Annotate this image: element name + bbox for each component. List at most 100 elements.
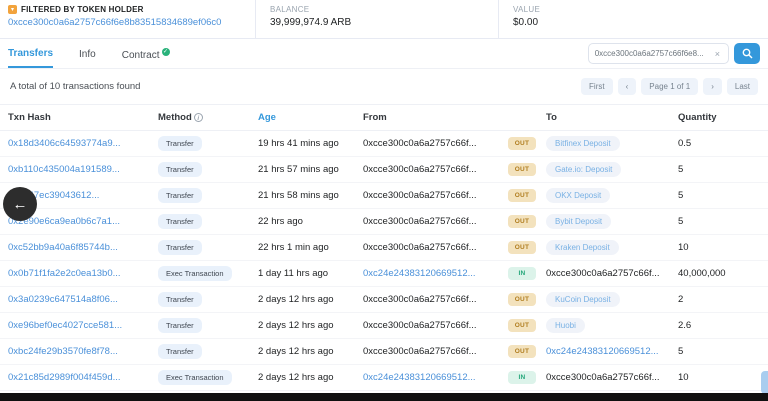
from-address: 0xcce300c0a6a2757c66f... [363, 294, 508, 305]
direction-cell: IN [508, 267, 546, 280]
direction-badge: IN [508, 267, 536, 280]
txn-hash-link[interactable]: 0x3a0239c647514a8f06... [8, 294, 118, 305]
table-row: 0x18d3406c64593774a9... Transfer 19 hrs 41… [0, 131, 768, 157]
direction-badge: OUT [508, 189, 536, 202]
to-address-tag[interactable]: KuCoin Deposit [546, 292, 620, 307]
quantity-cell: 5 [678, 346, 768, 357]
page-indicator: Page 1 of 1 [641, 78, 698, 95]
col-from: From [363, 112, 508, 123]
method-cell: Transfer [158, 162, 258, 177]
txn-hash-link[interactable]: 0xc52bb9a40a6f85744b... [8, 242, 118, 253]
tab-contract[interactable]: Contract✓ [122, 40, 170, 68]
method-badge: Transfer [158, 318, 202, 333]
txn-hash-link[interactable]: 0x21c85d2989f004f459d... [8, 372, 121, 383]
txn-hash-cell: 0x2e90e6ca9ea0b6c7a1... [8, 216, 158, 227]
to-cell: Bitfinex Deposit [546, 136, 678, 151]
to-cell: 0xcce300c0a6a2757c66f... [546, 268, 678, 279]
prev-page-button[interactable]: ‹ [618, 78, 637, 95]
direction-badge: OUT [508, 137, 536, 150]
to-cell: Huobi [546, 318, 678, 333]
method-cell: Transfer [158, 318, 258, 333]
to-cell: OKX Deposit [546, 188, 678, 203]
txn-hash-cell: 0xbc24fe29b3570fe8f78... [8, 346, 158, 357]
to-address-tag[interactable]: Huobi [546, 318, 585, 333]
col-quantity: Quantity [678, 112, 768, 123]
txn-hash-cell: 0xe96bef0ec4027cce581... [8, 320, 158, 331]
direction-cell: OUT [508, 345, 546, 358]
to-address: 0xcce300c0a6a2757c66f... [546, 372, 660, 383]
value-section: VALUE $0.00 [498, 0, 768, 38]
txn-hash-link[interactable]: 0x18d3406c64593774a9... [8, 138, 121, 149]
contract-verified-icon: ✓ [162, 48, 170, 56]
col-method: Methodi [158, 112, 258, 123]
clear-search-icon[interactable]: × [713, 49, 722, 59]
to-cell: 0xcce300c0a6a2757c66f... [546, 372, 678, 383]
txn-hash-link[interactable]: 0xbc24fe29b3570fe8f78... [8, 346, 118, 357]
from-address-link[interactable]: 0xc24e24383120669512... [363, 372, 508, 383]
search-icon [742, 48, 753, 59]
age-cell: 19 hrs 41 mins ago [258, 138, 363, 149]
to-address-tag[interactable]: OKX Deposit [546, 188, 610, 203]
method-badge: Transfer [158, 344, 202, 359]
filter-label: FILTERED BY TOKEN HOLDER [21, 5, 144, 14]
method-cell: Transfer [158, 136, 258, 151]
direction-badge: OUT [508, 163, 536, 176]
method-info-icon[interactable]: i [194, 113, 203, 122]
filter-icon: ▾ [8, 5, 17, 14]
quantity-cell: 0.5 [678, 138, 768, 149]
tab-transfers[interactable]: Transfers [8, 40, 53, 68]
to-address-link[interactable]: 0xc24e24383120669512... [546, 346, 659, 357]
direction-badge: OUT [508, 293, 536, 306]
to-cell: KuCoin Deposit [546, 292, 678, 307]
to-cell: Gate.io: Deposit [546, 162, 678, 177]
first-page-button[interactable]: First [581, 78, 613, 95]
direction-cell: OUT [508, 137, 546, 150]
value-label: VALUE [513, 5, 768, 14]
to-address-tag[interactable]: Bitfinex Deposit [546, 136, 620, 151]
search-button[interactable] [734, 43, 760, 64]
txn-hash-cell: 0x18d3406c64593774a9... [8, 138, 158, 149]
tab-info[interactable]: Info [79, 41, 96, 67]
txn-hash-cell: 0x3a0239c647514a8f06... [8, 294, 158, 305]
txn-hash-link[interactable]: 0xe96bef0ec4027cce581... [8, 320, 122, 331]
last-page-button[interactable]: Last [727, 78, 758, 95]
method-cell: Transfer [158, 214, 258, 229]
to-address: 0xcce300c0a6a2757c66f... [546, 268, 660, 279]
age-cell: 21 hrs 58 mins ago [258, 190, 363, 201]
from-address-link[interactable]: 0xc24e24383120669512... [363, 268, 508, 279]
method-badge: Transfer [158, 292, 202, 307]
search-input[interactable] [595, 49, 713, 58]
balance-value: 39,999,974.9 ARB [270, 17, 498, 28]
table-row: 0xb147ec39043612...Transfer21 hrs 58 min… [0, 183, 768, 209]
method-cell: Transfer [158, 344, 258, 359]
col-txn-hash: Txn Hash [8, 112, 158, 123]
direction-cell: OUT [508, 319, 546, 332]
to-address-tag[interactable]: Bybit Deposit [546, 214, 611, 229]
col-age[interactable]: Age [258, 112, 363, 123]
txn-hash-link[interactable]: 0xb110c435004a191589... [8, 164, 120, 175]
method-cell: Transfer [158, 240, 258, 255]
to-cell: 0xc24e24383120669512... [546, 346, 678, 357]
tabs-bar: Transfers Info Contract✓ × [0, 39, 768, 69]
scroll-top-button[interactable] [761, 371, 768, 394]
direction-badge: IN [508, 371, 536, 384]
quantity-cell: 5 [678, 190, 768, 201]
txn-hash-link[interactable]: 0x0b71f1fa2e2c0ea13b0... [8, 268, 121, 279]
filter-section: ▾ FILTERED BY TOKEN HOLDER 0xcce300c0a6a… [0, 0, 255, 38]
txn-hash-cell: 0xc52bb9a40a6f85744b... [8, 242, 158, 253]
age-cell: 2 days 12 hrs ago [258, 294, 363, 305]
method-badge: Transfer [158, 188, 202, 203]
to-address-tag[interactable]: Gate.io: Deposit [546, 162, 621, 177]
holder-address-link[interactable]: 0xcce300c0a6a2757c66f6e8b83515834689ef06… [8, 17, 255, 28]
back-arrow-overlay-button[interactable]: ← [3, 187, 37, 221]
age-cell: 2 days 12 hrs ago [258, 346, 363, 357]
age-cell: 22 hrs 1 min ago [258, 242, 363, 253]
method-cell: Transfer [158, 188, 258, 203]
age-cell: 2 days 12 hrs ago [258, 372, 363, 383]
next-page-button[interactable]: › [703, 78, 722, 95]
method-badge: Transfer [158, 136, 202, 151]
method-cell: Exec Transaction [158, 370, 258, 385]
method-badge: Transfer [158, 214, 202, 229]
to-address-tag[interactable]: Kraken Deposit [546, 240, 619, 255]
quantity-cell: 10 [678, 242, 768, 253]
